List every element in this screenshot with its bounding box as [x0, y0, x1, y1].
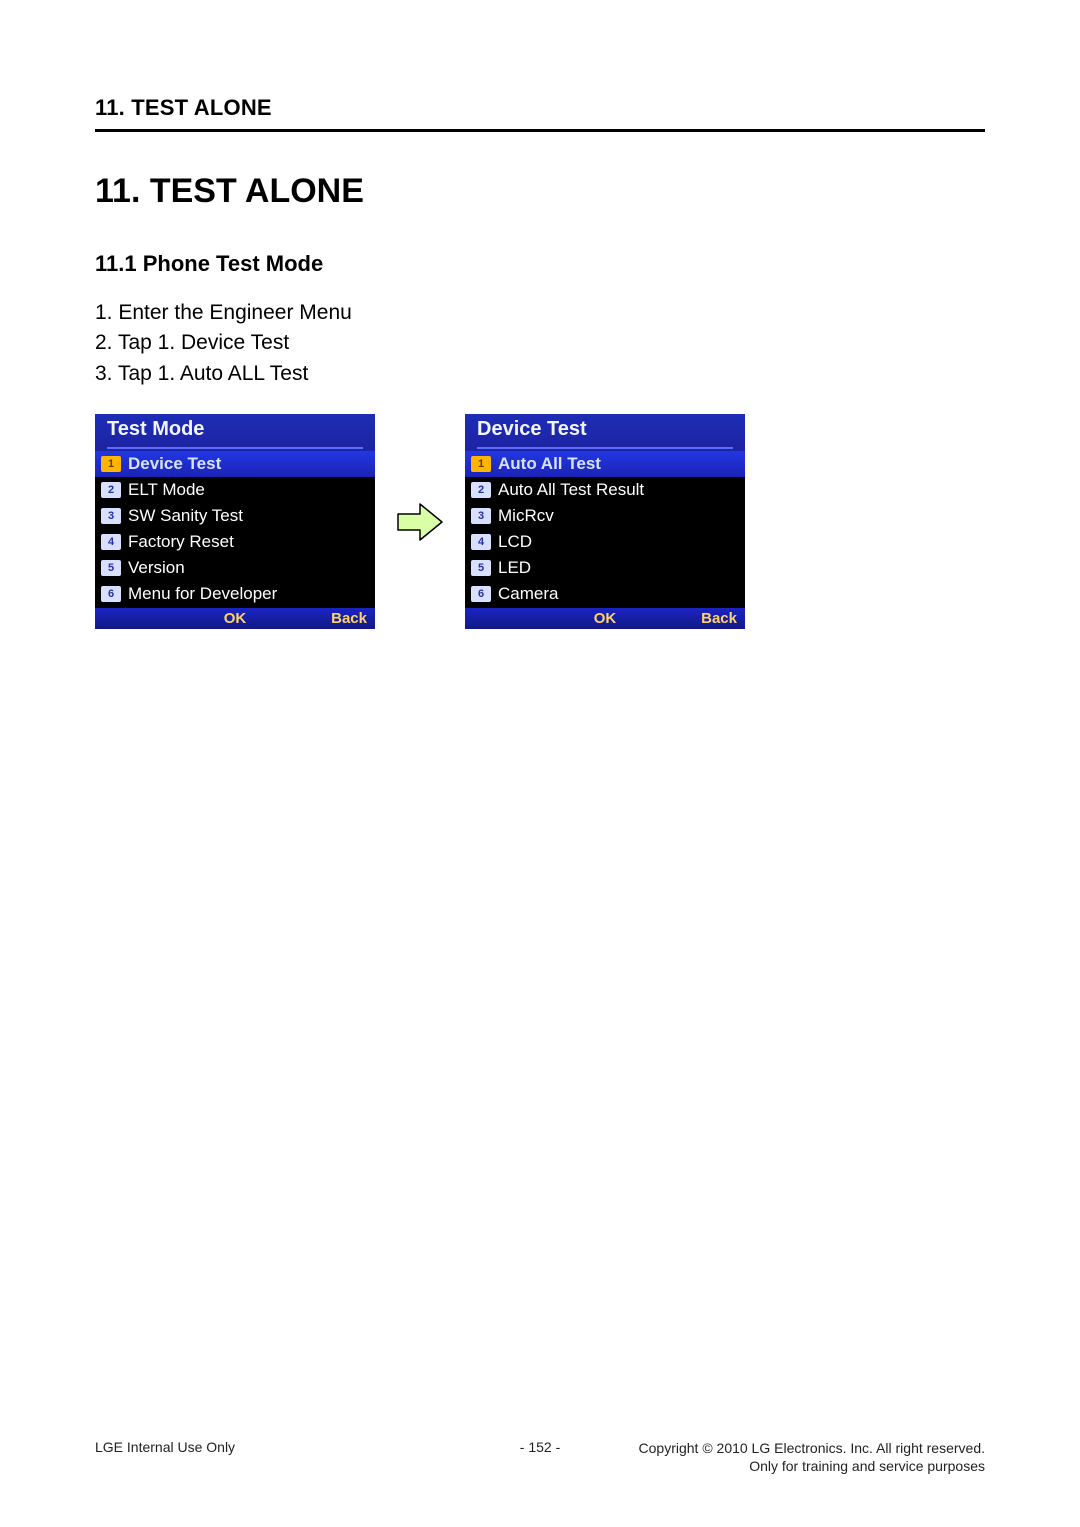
item-number-badge: 1 [471, 456, 491, 472]
item-number-badge: 4 [471, 534, 491, 550]
item-number-badge: 1 [101, 456, 121, 472]
item-number-badge: 3 [471, 508, 491, 524]
menu-item-led[interactable]: 5 LED [465, 555, 745, 581]
menu-item-device-test[interactable]: 1 Device Test [95, 451, 375, 477]
chapter-title: 11. TEST ALONE [95, 172, 985, 211]
menu-item-micrcv[interactable]: 3 MicRcv [465, 503, 745, 529]
menu-item-auto-all-result[interactable]: 2 Auto All Test Result [465, 477, 745, 503]
header-rule [95, 129, 985, 132]
item-number-badge: 6 [101, 586, 121, 602]
arrow-icon [390, 494, 450, 550]
item-number-badge: 2 [101, 482, 121, 498]
item-label: Auto All Test [498, 454, 601, 474]
footer-page-number: - 152 - [95, 1439, 985, 1455]
menu-item-lcd[interactable]: 4 LCD [465, 529, 745, 555]
item-label: Camera [498, 584, 558, 604]
menu-item-camera[interactable]: 6 Camera [465, 581, 745, 607]
item-label: Menu for Developer [128, 584, 277, 604]
step-2: 2. Tap 1. Device Test [95, 329, 985, 357]
menu-item-factory-reset[interactable]: 4 Factory Reset [95, 529, 375, 555]
item-number-badge: 6 [471, 586, 491, 602]
item-label: Version [128, 558, 185, 578]
item-number-badge: 3 [101, 508, 121, 524]
item-label: ELT Mode [128, 480, 205, 500]
step-1: 1. Enter the Engineer Menu [95, 299, 985, 327]
phone-menu: 1 Device Test 2 ELT Mode 3 SW Sanity Tes… [95, 451, 375, 608]
menu-item-auto-all-test[interactable]: 1 Auto All Test [465, 451, 745, 477]
steps-list: 1. Enter the Engineer Menu 2. Tap 1. Dev… [95, 299, 985, 388]
phone-title: Device Test [465, 414, 745, 451]
item-number-badge: 5 [101, 560, 121, 576]
running-header: 11. TEST ALONE [95, 95, 985, 121]
screenshots-row: Test Mode 1 Device Test 2 ELT Mode 3 SW … [95, 414, 985, 629]
menu-item-developer[interactable]: 6 Menu for Developer [95, 581, 375, 607]
page: 11. TEST ALONE 11. TEST ALONE 11.1 Phone… [0, 0, 1080, 1527]
item-label: SW Sanity Test [128, 506, 243, 526]
menu-item-elt-mode[interactable]: 2 ELT Mode [95, 477, 375, 503]
step-3: 3. Tap 1. Auto ALL Test [95, 360, 985, 388]
item-label: LCD [498, 532, 532, 552]
item-number-badge: 4 [101, 534, 121, 550]
item-label: LED [498, 558, 531, 578]
softkey-back[interactable]: Back [652, 608, 745, 629]
item-label: Factory Reset [128, 532, 234, 552]
item-number-badge: 5 [471, 560, 491, 576]
menu-item-version[interactable]: 5 Version [95, 555, 375, 581]
item-label: MicRcv [498, 506, 554, 526]
phone-menu: 1 Auto All Test 2 Auto All Test Result 3… [465, 451, 745, 608]
softkey-bar: . OK Back [95, 608, 375, 629]
softkey-bar: . OK Back [465, 608, 745, 629]
phone-title: Test Mode [95, 414, 375, 451]
footer-purpose: Only for training and service purposes [749, 1458, 985, 1474]
phone-shot-test-mode: Test Mode 1 Device Test 2 ELT Mode 3 SW … [95, 414, 375, 629]
menu-item-sw-sanity[interactable]: 3 SW Sanity Test [95, 503, 375, 529]
item-number-badge: 2 [471, 482, 491, 498]
phone-shot-device-test: Device Test 1 Auto All Test 2 Auto All T… [465, 414, 745, 629]
item-label: Device Test [128, 454, 221, 474]
section-title: 11.1 Phone Test Mode [95, 251, 985, 277]
softkey-ok[interactable]: OK [188, 608, 281, 629]
page-footer: LGE Internal Use Only - 152 - Copyright … [95, 1439, 985, 1475]
item-label: Auto All Test Result [498, 480, 644, 500]
softkey-back[interactable]: Back [282, 608, 375, 629]
softkey-ok[interactable]: OK [558, 608, 651, 629]
